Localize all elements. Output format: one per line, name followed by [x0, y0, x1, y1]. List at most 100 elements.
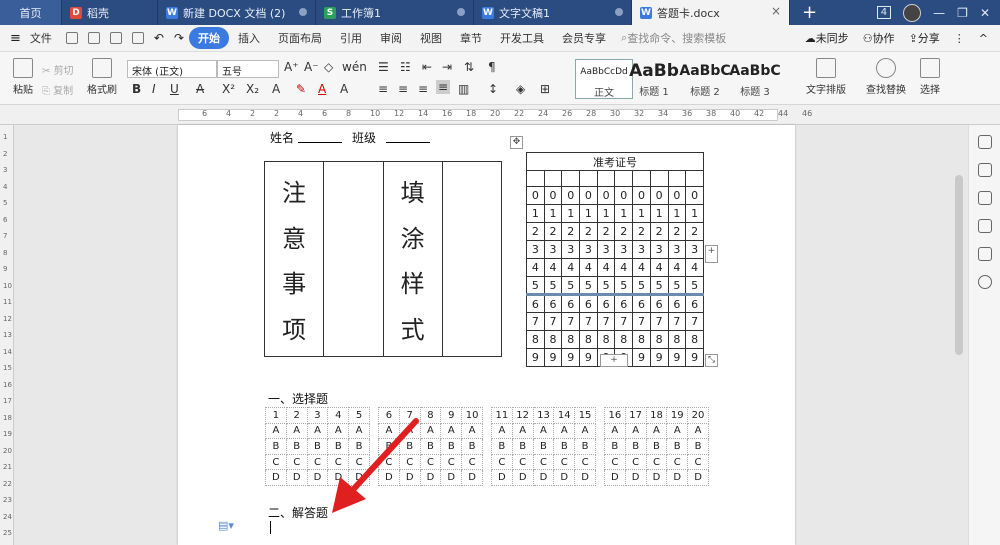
print-icon[interactable]	[109, 32, 122, 44]
font-color-icon[interactable]: A	[318, 82, 326, 96]
answer-option-cell[interactable]: A	[645, 422, 668, 440]
admit-digit-cell[interactable]: 0	[579, 186, 598, 205]
tab-docer[interactable]: D 稻壳	[62, 0, 158, 25]
strikethrough-icon[interactable]: A	[196, 82, 204, 96]
answer-option-cell[interactable]: C	[666, 453, 689, 471]
align-right-icon[interactable]: ≡	[418, 82, 428, 96]
admit-digit-cell[interactable]: 2	[561, 222, 581, 241]
close-window-icon[interactable]: ✕	[980, 6, 990, 20]
help-icon[interactable]	[977, 275, 992, 289]
text-layout-button[interactable]: 文字排版	[800, 58, 852, 96]
admit-digit-cell[interactable]: 1	[561, 204, 581, 223]
admit-digit-cell[interactable]: 6	[596, 294, 616, 313]
answer-option-cell[interactable]: D	[687, 469, 709, 486]
pin-icon[interactable]	[977, 135, 992, 149]
admit-digit-cell[interactable]: 0	[596, 186, 616, 205]
admit-digit-cell[interactable]: 5	[632, 276, 651, 295]
admit-digit-cell[interactable]: 3	[526, 240, 545, 259]
answer-option-cell[interactable]: A	[687, 422, 709, 440]
admit-digit-cell[interactable]: 9	[632, 348, 651, 367]
answer-option-cell[interactable]: C	[511, 453, 534, 471]
format-painter-button[interactable]: 格式刷	[84, 58, 120, 96]
font-size-select[interactable]: 五号	[217, 60, 279, 78]
superscript-icon[interactable]: X²	[222, 82, 235, 96]
pen-icon[interactable]	[977, 163, 992, 177]
admit-digit-cell[interactable]: 4	[632, 258, 651, 277]
tab-close-icon[interactable]: ×	[771, 4, 781, 18]
admit-input-cell[interactable]	[579, 170, 598, 187]
horizontal-ruler[interactable]: 6 4 2 2 4 6 8 10 12 14 16 18 20 22 24 26 28 30 32 34 36 38 40 4…	[0, 105, 1000, 125]
admit-digit-cell[interactable]: 1	[614, 204, 634, 223]
tab-new-docx[interactable]: W 新建 DOCX 文档 (2)	[158, 0, 316, 25]
answer-option-cell[interactable]: A	[461, 422, 483, 440]
admit-digit-cell[interactable]: 0	[649, 186, 669, 205]
admit-input-cell[interactable]	[614, 170, 634, 187]
save-icon[interactable]	[65, 32, 78, 44]
restore-icon[interactable]: ❐	[957, 6, 968, 20]
answer-option-cell[interactable]: A	[511, 422, 534, 440]
admit-input-cell[interactable]	[561, 170, 581, 187]
admit-digit-cell[interactable]: 9	[649, 348, 669, 367]
admit-digit-cell[interactable]: 0	[561, 186, 581, 205]
admit-digit-cell[interactable]: 3	[543, 240, 563, 259]
answer-option-cell[interactable]: D	[490, 469, 513, 486]
admit-digit-cell[interactable]: 8	[632, 330, 651, 349]
admit-digit-cell[interactable]: 9	[685, 348, 704, 367]
admit-digit-cell[interactable]: 8	[667, 330, 687, 349]
avatar[interactable]	[903, 3, 922, 22]
answer-option-cell[interactable]: B	[624, 438, 647, 455]
paste-button[interactable]: 粘贴	[8, 58, 38, 96]
cursor-icon[interactable]	[977, 191, 992, 205]
admit-digit-cell[interactable]: 3	[614, 240, 634, 259]
admit-digit-cell[interactable]: 4	[543, 258, 563, 277]
underline-icon[interactable]: U	[170, 82, 179, 96]
admit-digit-cell[interactable]: 7	[632, 312, 651, 331]
admit-digit-cell[interactable]: 3	[649, 240, 669, 259]
clear-format-icon[interactable]: ◇	[324, 60, 333, 74]
admit-digit-cell[interactable]: 6	[614, 294, 634, 313]
answer-option-cell[interactable]: D	[624, 469, 647, 486]
admit-digit-cell[interactable]: 6	[649, 294, 669, 313]
admit-digit-cell[interactable]: 3	[561, 240, 581, 259]
admit-digit-cell[interactable]: 8	[579, 330, 598, 349]
answer-option-cell[interactable]: C	[624, 453, 647, 471]
export-icon[interactable]	[87, 32, 100, 44]
admit-digit-cell[interactable]: 5	[526, 276, 545, 295]
admit-digit-cell[interactable]: 2	[579, 222, 598, 241]
tab-text-doc[interactable]: W 文字文稿1	[474, 0, 632, 25]
admit-digit-cell[interactable]: 6	[632, 294, 651, 313]
admit-digit-cell[interactable]: 0	[632, 186, 651, 205]
collapse-ribbon-icon[interactable]: ^	[979, 32, 988, 45]
answer-option-cell[interactable]: C	[645, 453, 668, 471]
menu-view[interactable]: 视图	[411, 30, 451, 46]
menu-references[interactable]: 引用	[331, 30, 371, 46]
collab-button[interactable]: ⚇协作	[863, 30, 895, 46]
select-button[interactable]: 选择	[914, 58, 946, 96]
admit-digit-cell[interactable]: 0	[685, 186, 704, 205]
answer-option-cell[interactable]: A	[603, 422, 626, 440]
admit-digit-cell[interactable]: 4	[685, 258, 704, 277]
answer-option-cell[interactable]: D	[265, 469, 287, 486]
answer-option-cell[interactable]: A	[532, 422, 555, 440]
admit-digit-cell[interactable]: 3	[579, 240, 598, 259]
admit-digit-cell[interactable]: 5	[561, 276, 581, 295]
answer-option-cell[interactable]: B	[265, 438, 287, 455]
answer-option-cell[interactable]: A	[306, 422, 329, 440]
admit-digit-cell[interactable]: 9	[526, 348, 545, 367]
vertical-ruler[interactable]: 1 2 3 4 5 6 7 8 9 10 11 12 13 14 15 16 17 18 19 20 21 22 23 24 2…	[0, 125, 14, 545]
answer-option-cell[interactable]: B	[490, 438, 513, 455]
grow-font-icon[interactable]: A⁺	[284, 60, 299, 74]
admit-digit-cell[interactable]: 8	[561, 330, 581, 349]
admit-digit-cell[interactable]: 1	[632, 204, 651, 223]
admit-digit-cell[interactable]: 2	[667, 222, 687, 241]
answer-option-cell[interactable]: A	[624, 422, 647, 440]
answer-option-cell[interactable]: C	[265, 453, 287, 471]
admit-digit-cell[interactable]: 1	[649, 204, 669, 223]
answer-option-cell[interactable]: A	[285, 422, 308, 440]
admit-digit-cell[interactable]: 6	[685, 294, 704, 313]
increase-indent-icon[interactable]: ⇥	[442, 60, 452, 74]
tab-home[interactable]: 首页	[0, 0, 62, 25]
borders-icon[interactable]: ⊞	[540, 82, 550, 96]
find-replace-button[interactable]: 查找替换	[860, 58, 912, 96]
document-page[interactable]: 姓名 班级 注 意 事 项 填 涂 样 式 ✥ 准考证号 0 0 0 0 0 0 0 0 0 0 1 1…	[178, 125, 795, 545]
